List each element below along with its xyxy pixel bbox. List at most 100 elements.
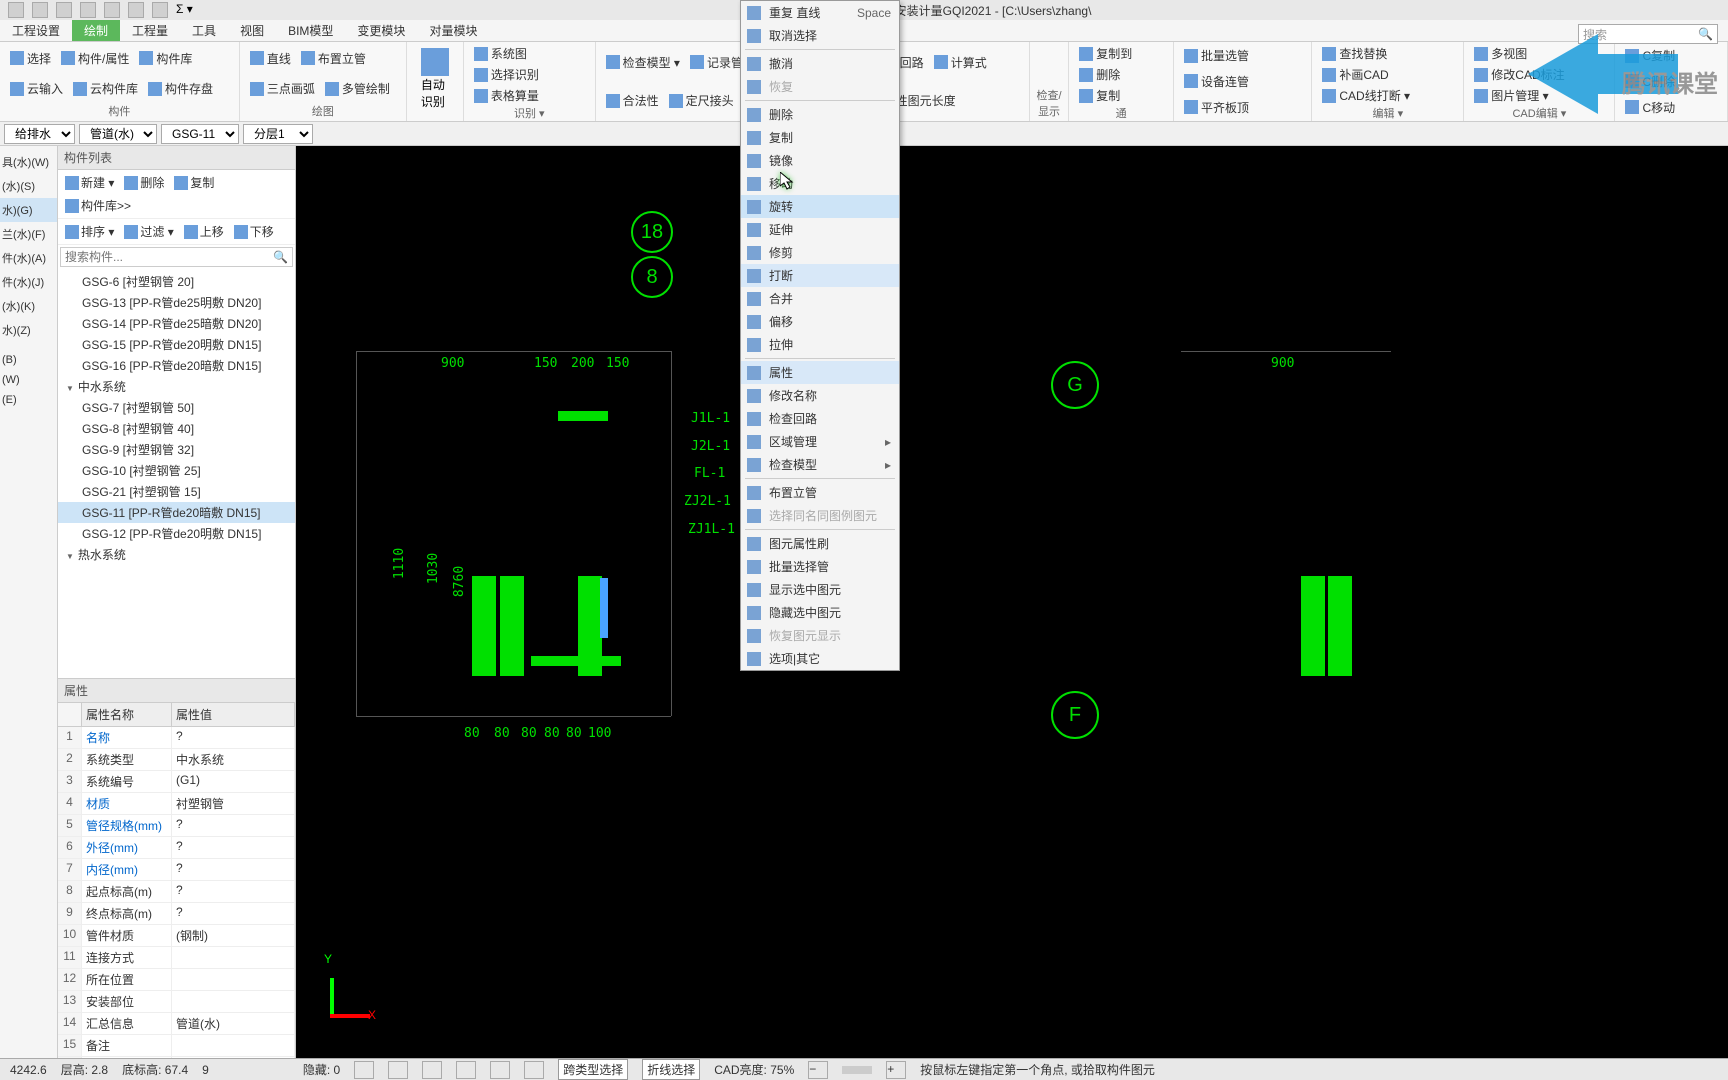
ribbon-云输入[interactable]: 云输入: [6, 75, 67, 104]
qat-btn[interactable]: [80, 2, 96, 18]
group-node[interactable]: 中水系统: [58, 376, 295, 397]
ctx-延伸[interactable]: 延伸: [741, 218, 899, 241]
ctx-检查模型[interactable]: 检查模型: [741, 453, 899, 476]
tree-item[interactable]: [0, 342, 57, 350]
component-item[interactable]: GSG-11 [PP-R管de20暗敷 DN15]: [58, 502, 295, 523]
ctx-选项|其它[interactable]: 选项|其它: [741, 647, 899, 670]
ribbon-选择[interactable]: 选择: [6, 44, 55, 73]
ribbon-多视图[interactable]: 多视图: [1470, 44, 1531, 63]
ribbon-合法性[interactable]: 合法性: [602, 83, 663, 120]
ctx-布置立管[interactable]: 布置立管: [741, 481, 899, 504]
toolbar-下移[interactable]: 下移: [231, 222, 277, 241]
ctx-合并[interactable]: 合并: [741, 287, 899, 310]
component-item[interactable]: GSG-7 [衬塑钢管 50]: [58, 397, 295, 418]
component-item[interactable]: GSG-16 [PP-R管de20暗敷 DN15]: [58, 355, 295, 376]
filter-layer[interactable]: 分层1: [243, 124, 313, 144]
menu-工程量[interactable]: 工程量: [120, 20, 180, 41]
ribbon-多管绘制[interactable]: 多管绘制: [321, 75, 394, 104]
tree-item[interactable]: 件(水)(J): [0, 270, 57, 294]
menu-视图[interactable]: 视图: [228, 20, 276, 41]
component-item[interactable]: GSG-8 [衬塑钢管 40]: [58, 418, 295, 439]
ctx-复制[interactable]: 复制: [741, 126, 899, 149]
property-row[interactable]: 3系统编号(G1): [58, 771, 295, 793]
component-item[interactable]: GSG-13 [PP-R管de25明敷 DN20]: [58, 292, 295, 313]
qat-btn[interactable]: [8, 2, 24, 18]
ribbon-检查模型 ▾[interactable]: 检查模型 ▾: [602, 44, 684, 81]
ribbon-计算式[interactable]: 计算式: [930, 44, 991, 81]
property-row[interactable]: 15备注: [58, 1035, 295, 1057]
drawing-canvas[interactable]: 18 8 G F 900 150 200 150 900 J1L-1 J2L-1…: [296, 146, 1728, 1058]
qat-btn[interactable]: [56, 2, 72, 18]
menu-BIM模型[interactable]: BIM模型: [276, 20, 345, 41]
sb-toggle[interactable]: [456, 1061, 476, 1079]
qat-btn[interactable]: [128, 2, 144, 18]
property-row[interactable]: 2系统类型中水系统: [58, 749, 295, 771]
ctx-检查回路[interactable]: 检查回路: [741, 407, 899, 430]
ribbon-批量选管[interactable]: 批量选管: [1180, 44, 1253, 68]
tree-item[interactable]: 件(水)(A): [0, 246, 57, 270]
property-row[interactable]: 1名称?: [58, 727, 295, 749]
menu-工程设置[interactable]: 工程设置: [0, 20, 72, 41]
sb-toggle[interactable]: [524, 1061, 544, 1079]
ribbon-构件/属性[interactable]: 构件/属性: [57, 44, 133, 73]
sb-toggle[interactable]: [354, 1061, 374, 1079]
component-item[interactable]: GSG-15 [PP-R管de20明敷 DN15]: [58, 334, 295, 355]
ctx-偏移[interactable]: 偏移: [741, 310, 899, 333]
ribbon-表格算量[interactable]: 表格算量: [470, 86, 543, 105]
ctx-属性[interactable]: 属性: [741, 361, 899, 384]
ctx-拉伸[interactable]: 拉伸: [741, 333, 899, 356]
property-row[interactable]: 11连接方式: [58, 947, 295, 969]
menu-绘制[interactable]: 绘制: [72, 20, 120, 41]
component-list[interactable]: GSG-6 [衬塑钢管 20]GSG-13 [PP-R管de25明敷 DN20]…: [58, 269, 295, 678]
ctx-修改名称[interactable]: 修改名称: [741, 384, 899, 407]
property-row[interactable]: 8起点标高(m)?: [58, 881, 295, 903]
filter-domain[interactable]: 给排水: [4, 124, 75, 144]
select-mode-2[interactable]: 折线选择: [642, 1059, 700, 1080]
component-search[interactable]: 🔍: [60, 247, 293, 267]
toolbar-构件库>>[interactable]: 构件库>>: [62, 196, 134, 215]
ribbon-平齐板顶[interactable]: 平齐板顶: [1180, 95, 1253, 119]
tree-item[interactable]: (W): [0, 370, 57, 390]
toolbar-过滤 ▾[interactable]: 过滤 ▾: [121, 222, 176, 241]
ribbon-设备连管[interactable]: 设备连管: [1180, 70, 1253, 94]
sb-toggle[interactable]: [490, 1061, 510, 1079]
property-row[interactable]: 12所在位置: [58, 969, 295, 991]
property-row[interactable]: 6外径(mm)?: [58, 837, 295, 859]
menu-变更模块[interactable]: 变更模块: [345, 20, 417, 41]
brightness-slider[interactable]: [842, 1066, 872, 1074]
tree-item[interactable]: 兰(水)(F): [0, 222, 57, 246]
component-item[interactable]: GSG-10 [衬塑钢管 25]: [58, 460, 295, 481]
select-mode-1[interactable]: 跨类型选择: [558, 1059, 628, 1080]
ctx-区域管理[interactable]: 区域管理: [741, 430, 899, 453]
ctx-取消选择[interactable]: 取消选择: [741, 24, 899, 47]
brightness-up[interactable]: +: [886, 1061, 906, 1079]
ribbon-选择识别[interactable]: 选择识别: [470, 65, 543, 84]
ribbon-直线[interactable]: 直线: [246, 44, 295, 73]
sigma-icon[interactable]: Σ ▾: [176, 2, 193, 18]
tree-item[interactable]: 水)(G): [0, 198, 57, 222]
sb-toggle[interactable]: [388, 1061, 408, 1079]
toolbar-复制[interactable]: 复制: [171, 173, 217, 192]
ribbon-构件存盘[interactable]: 构件存盘: [144, 75, 217, 104]
tree-item[interactable]: (水)(K): [0, 294, 57, 318]
ribbon-系统图[interactable]: 系统图: [470, 44, 531, 63]
ribbon-删除[interactable]: 删除: [1075, 65, 1124, 84]
search-icon[interactable]: 🔍: [269, 248, 292, 266]
ribbon-复制[interactable]: 复制: [1075, 86, 1124, 105]
toolbar-新建 ▾[interactable]: 新建 ▾: [62, 173, 117, 192]
ribbon-定尺接头[interactable]: 定尺接头: [665, 83, 738, 120]
ribbon-自动识别[interactable]: 自动识别: [413, 44, 457, 119]
tree-item[interactable]: (B): [0, 350, 57, 370]
filter-component[interactable]: GSG-11: [161, 124, 239, 144]
ribbon-补画CAD[interactable]: 补画CAD: [1318, 65, 1392, 84]
qat-btn[interactable]: [32, 2, 48, 18]
property-row[interactable]: 14汇总信息管道(水): [58, 1013, 295, 1035]
component-item[interactable]: GSG-9 [衬塑钢管 32]: [58, 439, 295, 460]
ctx-隐藏选中图元[interactable]: 隐藏选中图元: [741, 601, 899, 624]
ribbon-云构件库[interactable]: 云构件库: [69, 75, 142, 104]
brightness-down[interactable]: −: [808, 1061, 828, 1079]
component-item[interactable]: GSG-6 [衬塑钢管 20]: [58, 271, 295, 292]
ctx-打断[interactable]: 打断: [741, 264, 899, 287]
ribbon-构件库[interactable]: 构件库: [135, 44, 196, 73]
ctx-显示选中图元[interactable]: 显示选中图元: [741, 578, 899, 601]
